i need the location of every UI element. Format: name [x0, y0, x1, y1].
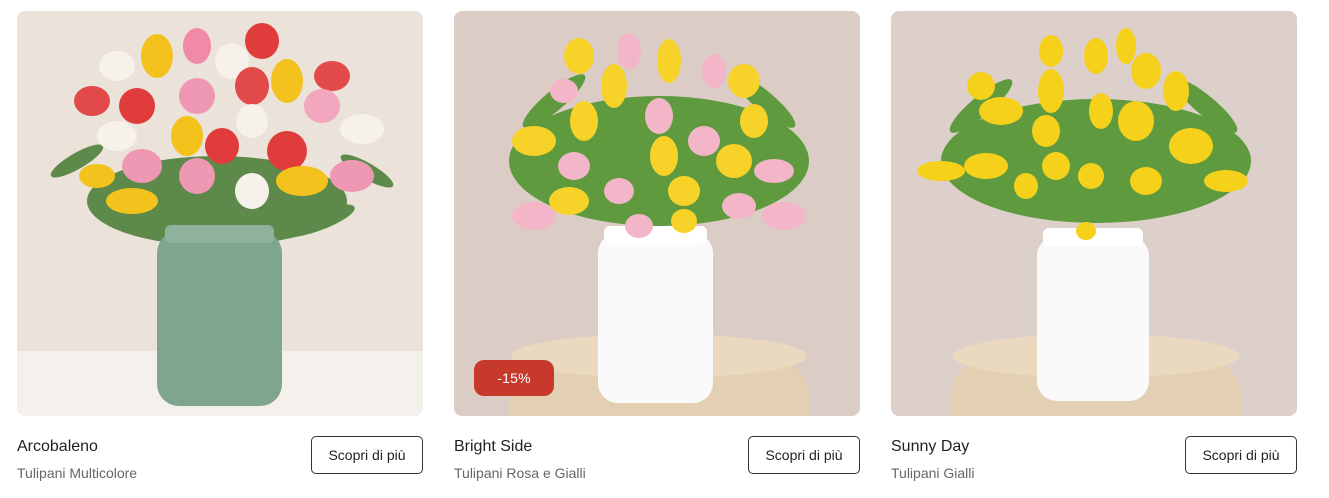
product-subtitle: Tulipani Rosa e Gialli [454, 465, 586, 481]
product-grid: Arcobaleno Tulipani Multicolore Scopri d… [0, 0, 1329, 498]
product-card-sunny-day[interactable]: Sunny Day Tulipani Gialli Scopri di più [891, 11, 1297, 491]
product-title[interactable]: Arcobaleno [17, 438, 98, 456]
discover-more-button[interactable]: Scopri di più [1185, 436, 1297, 474]
product-subtitle: Tulipani Gialli [891, 465, 975, 481]
discover-more-button[interactable]: Scopri di più [311, 436, 423, 474]
product-subtitle: Tulipani Multicolore [17, 465, 138, 481]
pink-yellow-tulips-image [454, 11, 860, 416]
product-image[interactable] [17, 11, 423, 416]
product-card-bright-side[interactable]: -15% Bright Side Tulipani Rosa e Gialli … [454, 11, 860, 491]
multicolor-tulips-image [17, 11, 423, 416]
product-image[interactable]: -15% [454, 11, 860, 416]
discount-badge: -15% [474, 360, 554, 396]
product-image[interactable] [891, 11, 1297, 416]
product-title[interactable]: Sunny Day [891, 438, 969, 456]
yellow-tulips-image [891, 11, 1297, 416]
discover-more-button[interactable]: Scopri di più [748, 436, 860, 474]
product-title[interactable]: Bright Side [454, 438, 532, 456]
product-card-arcobaleno[interactable]: Arcobaleno Tulipani Multicolore Scopri d… [17, 11, 423, 491]
